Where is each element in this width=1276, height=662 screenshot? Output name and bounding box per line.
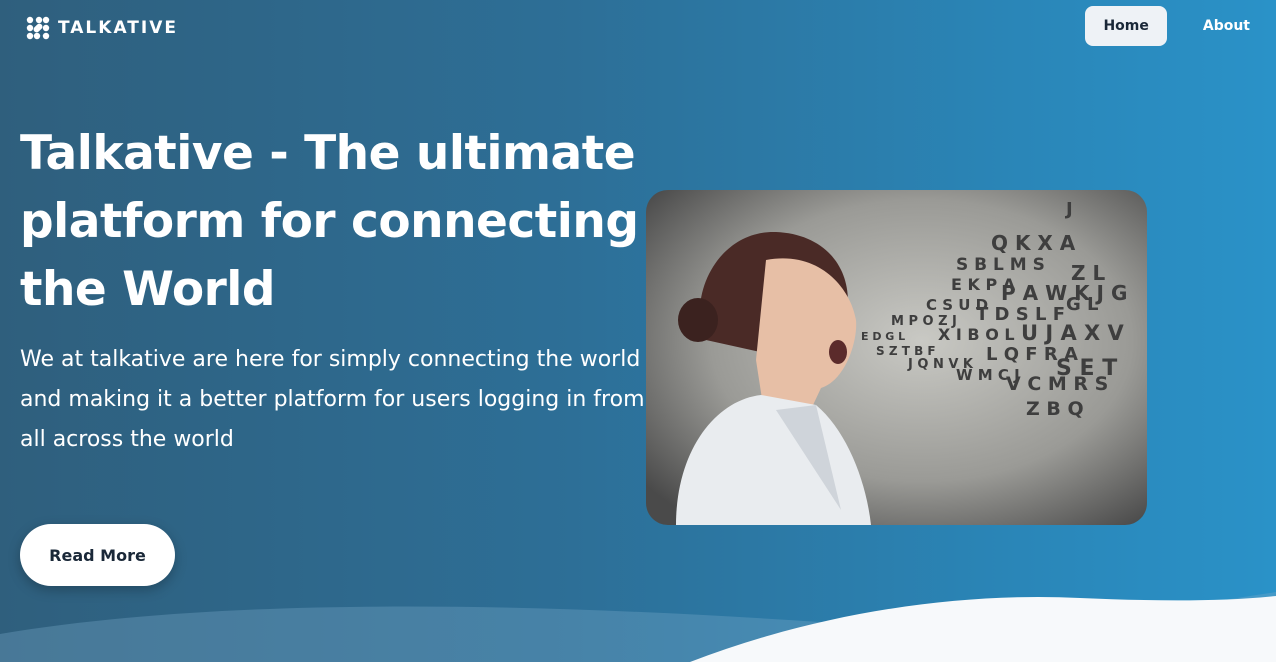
svg-text:E D G L: E D G L xyxy=(861,330,905,343)
svg-text:S E T: S E T xyxy=(1056,356,1117,381)
svg-text:S B L M S: S B L M S xyxy=(956,255,1045,275)
hero-image: E D G L S Z T B F M P O Z J J Q N V K C … xyxy=(646,190,1147,525)
brand-name: TALKATIVE xyxy=(58,18,178,38)
svg-text:Q K X A: Q K X A xyxy=(991,231,1076,255)
svg-text:J: J xyxy=(1064,199,1073,220)
hero-lead-text: We at talkative are here for simply conn… xyxy=(20,347,645,452)
hero-headline: Talkative - The ultimate platform for co… xyxy=(20,126,639,317)
nav-about-link[interactable]: About xyxy=(1185,6,1256,46)
bottom-wave xyxy=(0,592,1276,662)
brand-logo[interactable]: TALKATIVE xyxy=(24,15,178,41)
read-more-button[interactable]: Read More xyxy=(20,524,175,586)
svg-text:S Z T B F: S Z T B F xyxy=(876,344,936,358)
nav-home-button[interactable]: Home xyxy=(1085,6,1167,46)
svg-text:U J A X V: U J A X V xyxy=(1021,321,1125,345)
svg-text:X I B O L: X I B O L xyxy=(938,325,1015,344)
talkative-logo-icon xyxy=(26,16,50,40)
top-nav: Home About xyxy=(1085,6,1256,46)
svg-text:Z B Q: Z B Q xyxy=(1026,398,1084,420)
svg-text:P A W K J G: P A W K J G xyxy=(1001,281,1127,305)
svg-text:Z L: Z L xyxy=(1071,261,1105,285)
svg-text:G L: G L xyxy=(1066,294,1099,315)
